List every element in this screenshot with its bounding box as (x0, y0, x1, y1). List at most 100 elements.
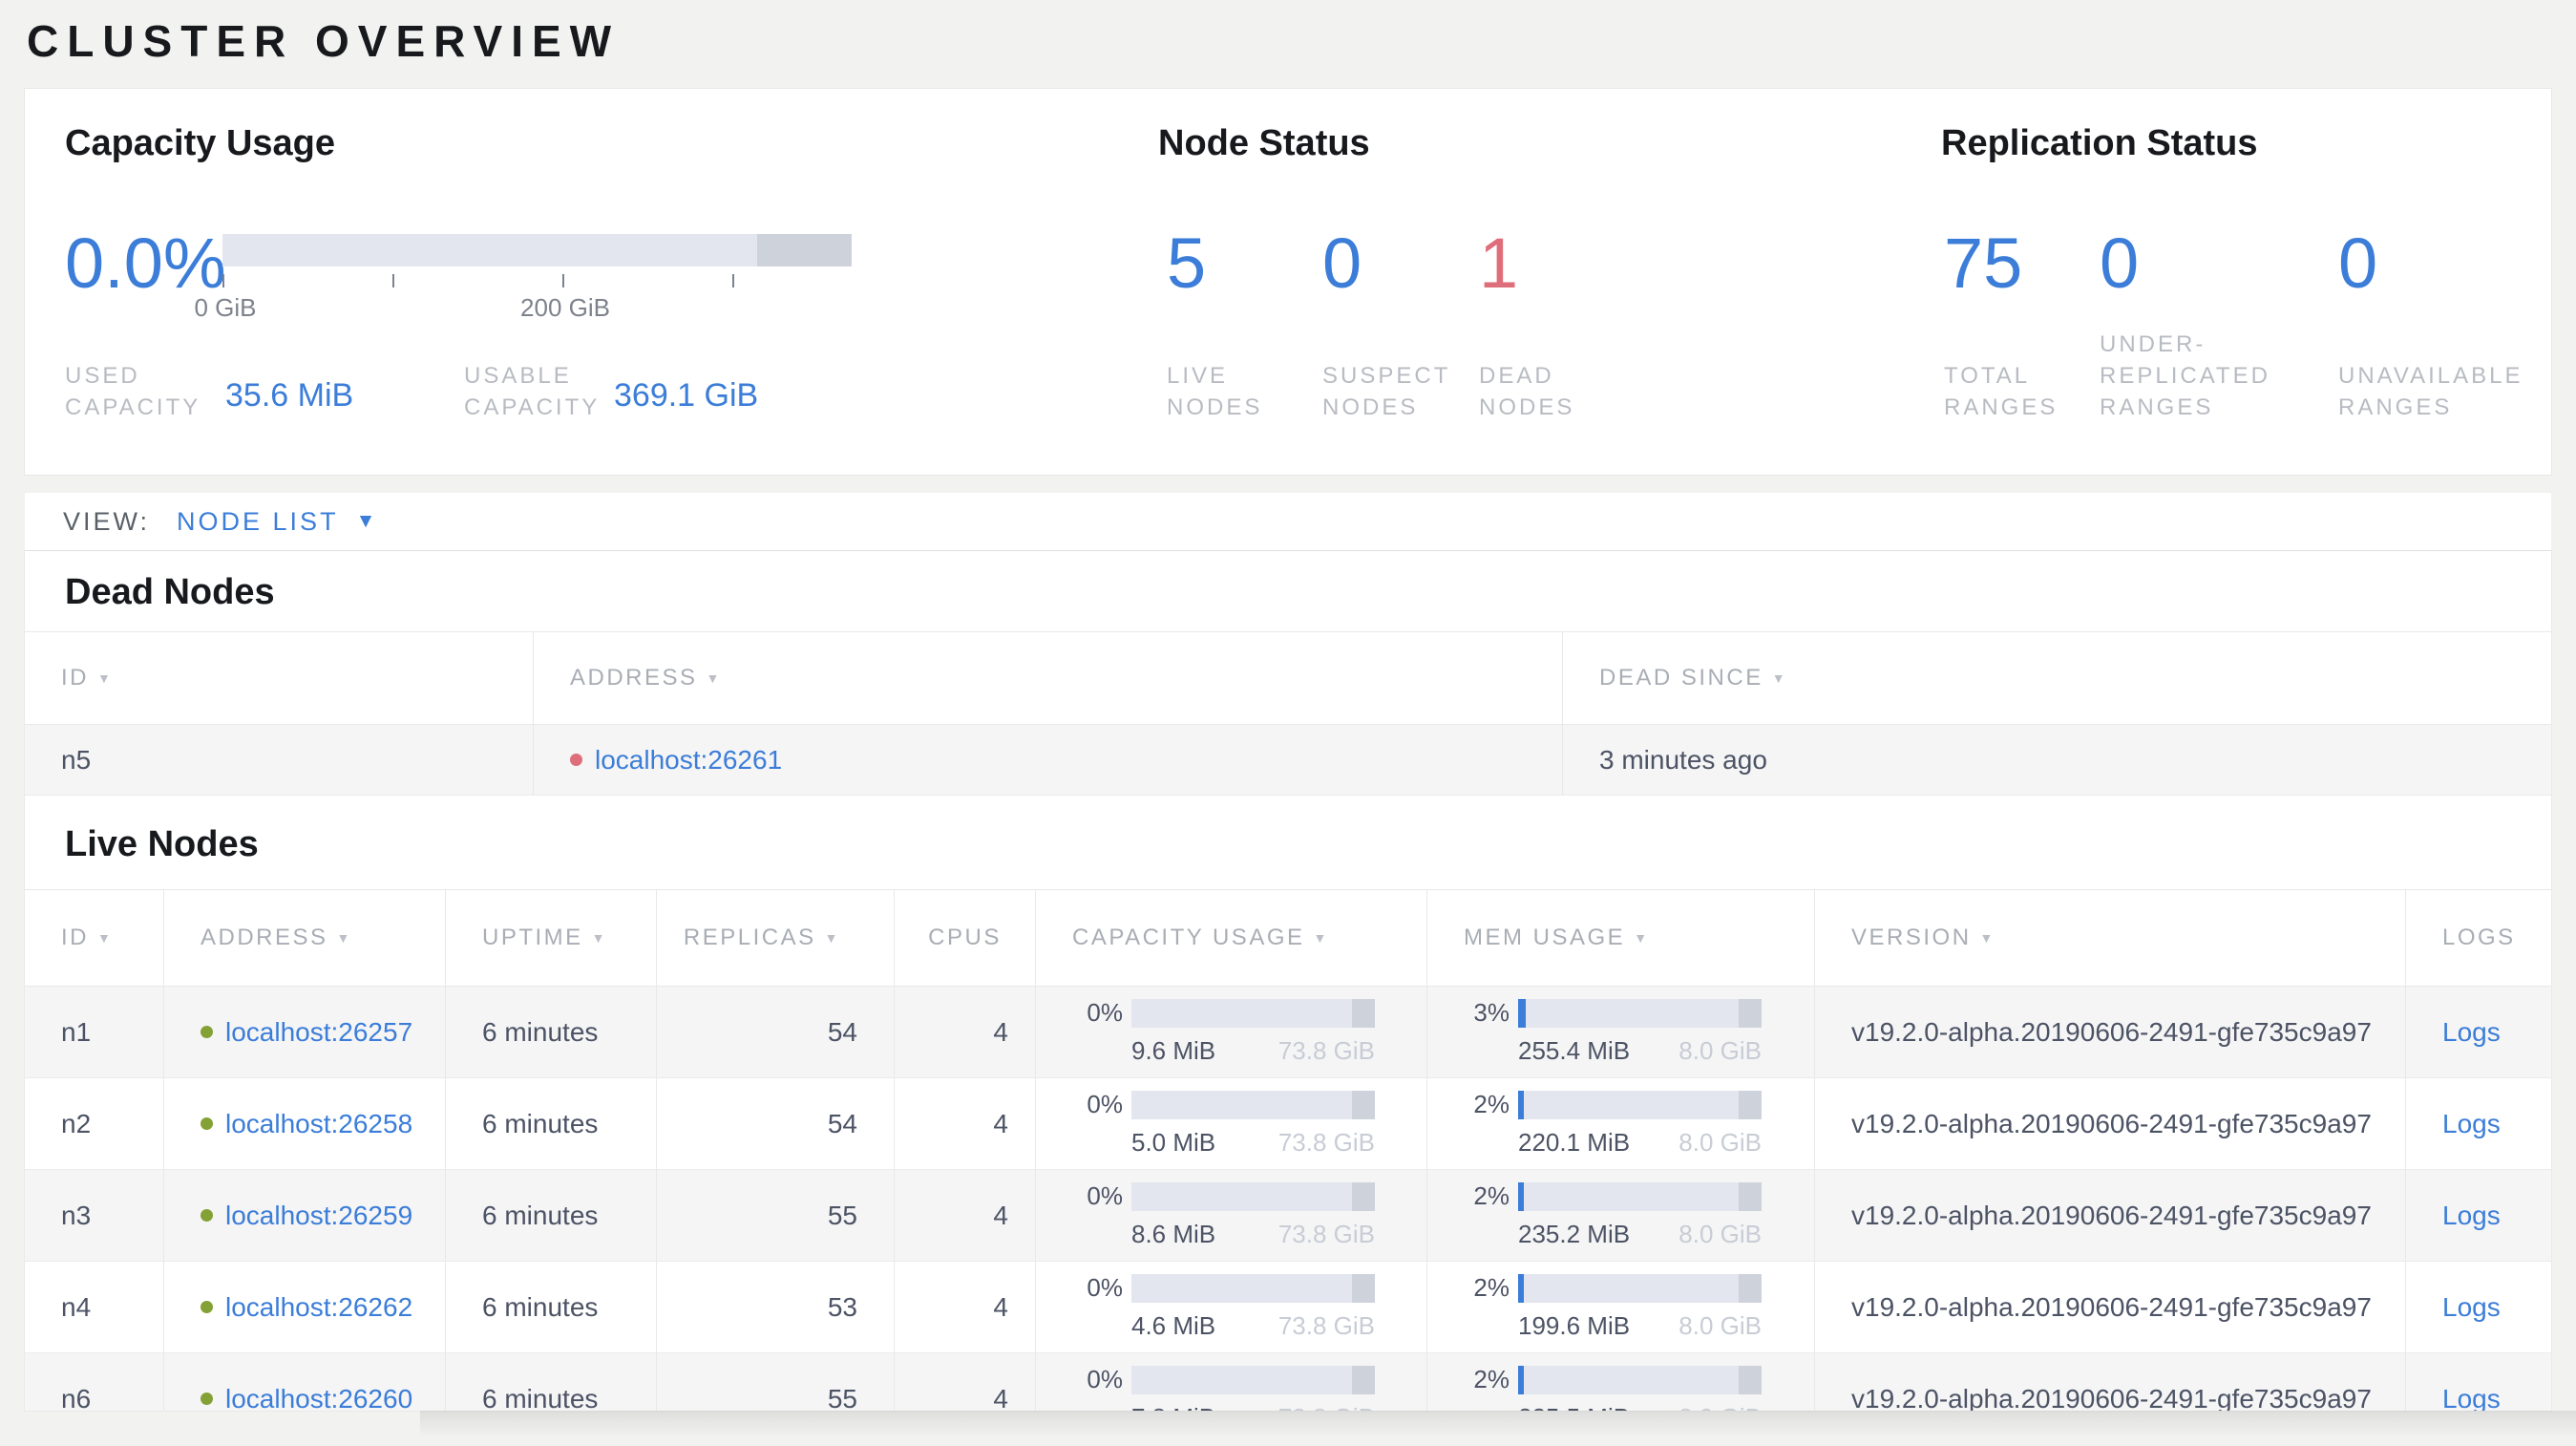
sort-icon: ▼ (824, 930, 840, 946)
col-replicas[interactable]: REPLICAS ▼ (657, 890, 895, 986)
node-address-cell: localhost:26259 (164, 1170, 446, 1261)
live-status-dot-icon (201, 1301, 213, 1313)
node-replicas: 55 (657, 1353, 895, 1411)
dead-node-address-cell: localhost:26261 (534, 725, 1563, 795)
logs-link[interactable]: Logs (2442, 1292, 2501, 1323)
capacity-bar (1131, 1365, 1375, 1394)
col-version[interactable]: VERSION ▼ (1815, 890, 2406, 986)
dead-node-id: n5 (25, 725, 534, 795)
view-selected-value[interactable]: NODE LIST (177, 507, 339, 537)
used-capacity-label: USED CAPACITY (65, 363, 201, 420)
mem-total-value: 8.0 GiB (1679, 1128, 1762, 1157)
node-replicas: 54 (657, 987, 895, 1077)
dead-nodes-table-header: ID ▼ ADDRESS ▼ DEAD SINCE ▼ (25, 631, 2551, 725)
node-address-link[interactable]: localhost:26257 (225, 1017, 412, 1048)
node-cpus: 4 (895, 1262, 1036, 1352)
suspect-nodes-label: SUSPECT NODES (1322, 363, 1450, 420)
node-version: v19.2.0-alpha.20190606-2491-gfe735c9a97 (1815, 1170, 2406, 1261)
capacity-bar-dark-segment (1351, 998, 1375, 1028)
dead-node-row: n5 localhost:26261 3 minutes ago (25, 725, 2551, 796)
suspect-nodes-count: 0 (1322, 223, 1362, 303)
chevron-down-icon[interactable]: ▼ (356, 510, 376, 533)
axis-tick (392, 274, 394, 287)
capacity-total-value: 73.8 GiB (1278, 1403, 1375, 1411)
replication-status-heading: Replication Status (1941, 123, 2258, 163)
total-ranges-count: 75 (1944, 223, 2023, 303)
node-uptime: 6 minutes (446, 1170, 657, 1261)
mem-usage-cell: 2% 225.5 MiB 8.0 GiB (1427, 1353, 1815, 1411)
node-address-link[interactable]: localhost:26262 (225, 1292, 412, 1323)
node-uptime: 6 minutes (446, 1078, 657, 1169)
mem-percent-label: 2% (1473, 1090, 1510, 1118)
logs-cell: Logs (2406, 1262, 2551, 1352)
col-capacity-usage[interactable]: CAPACITY USAGE ▼ (1036, 890, 1427, 986)
logs-link[interactable]: Logs (2442, 1017, 2501, 1048)
sort-icon: ▼ (336, 930, 352, 946)
node-replicas: 54 (657, 1078, 895, 1169)
col-address[interactable]: ADDRESS ▼ (164, 890, 446, 986)
cluster-overview-page: CLUSTER OVERVIEW Capacity Usage 0.0% 0 G… (0, 0, 2576, 1446)
live-nodes-heading: Live Nodes (65, 824, 259, 864)
mem-bar-fill (1518, 1273, 1524, 1303)
node-version: v19.2.0-alpha.20190606-2491-gfe735c9a97 (1815, 1353, 2406, 1411)
node-address-link[interactable]: localhost:26259 (225, 1201, 412, 1231)
unavailable-label: UNAVAILABLE RANGES (2338, 363, 2523, 420)
col-logs: LOGS (2442, 925, 2516, 950)
total-ranges-label: TOTAL RANGES (1944, 363, 2059, 420)
node-address-link[interactable]: localhost:26258 (225, 1109, 412, 1139)
logs-cell: Logs (2406, 1170, 2551, 1261)
mem-bar (1518, 1181, 1762, 1211)
node-address-cell: localhost:26262 (164, 1262, 446, 1352)
capacity-percent: 0.0% (65, 223, 226, 303)
col-uptime[interactable]: UPTIME ▼ (446, 890, 657, 986)
capacity-total-value: 73.8 GiB (1277, 1220, 1375, 1248)
node-address-link[interactable]: localhost:26261 (595, 745, 782, 776)
mem-total-value: 8.0 GiB (1679, 1036, 1762, 1065)
live-node-row: n2 localhost:26258 6 minutes 54 4 0% 5.0… (25, 1078, 2551, 1170)
capacity-usage-cell: 0% 5.0 MiB 73.8 GiB (1036, 1078, 1427, 1169)
col-cpus: CPUS (895, 890, 1036, 986)
dead-col-address[interactable]: ADDRESS ▼ (534, 632, 1563, 724)
capacity-total-value: 73.8 GiB (1277, 1311, 1375, 1340)
capacity-used-value: 5.0 MiB (1131, 1128, 1216, 1157)
used-capacity-value: 35.6 MiB (225, 377, 354, 414)
live-node-row: n1 localhost:26257 6 minutes 54 4 0% 9.6… (25, 987, 2551, 1078)
col-id[interactable]: ID ▼ (25, 890, 164, 986)
capacity-bar-dark-segment (1351, 1090, 1375, 1119)
mem-used-value: 199.6 MiB (1518, 1311, 1631, 1340)
node-uptime: 6 minutes (446, 1353, 657, 1411)
capacity-total-value: 73.8 GiB (1277, 1036, 1375, 1065)
usable-capacity-label: USABLE CAPACITY (464, 363, 601, 420)
logs-link[interactable]: Logs (2442, 1384, 2501, 1412)
live-status-dot-icon (201, 1393, 213, 1405)
logs-link[interactable]: Logs (2442, 1109, 2501, 1139)
mem-used-value: 225.5 MiB (1518, 1403, 1630, 1411)
col-mem-usage[interactable]: MEM USAGE ▼ (1427, 890, 1815, 986)
view-selector-dropdown[interactable]: NODE LIST ▼ (177, 507, 375, 537)
node-cpus: 4 (895, 1078, 1036, 1169)
node-cpus: 4 (895, 1170, 1036, 1261)
dead-col-dead-since[interactable]: DEAD SINCE ▼ (1563, 632, 2551, 724)
node-address-cell: localhost:26257 (164, 987, 446, 1077)
capacity-percent-label: 0% (1087, 1090, 1123, 1118)
sort-icon: ▼ (1979, 930, 1995, 946)
mem-bar-dark-segment (1738, 1273, 1762, 1303)
mem-bar-fill (1518, 998, 1526, 1028)
node-id: n4 (25, 1262, 164, 1352)
capacity-usage-cell: 0% 4.6 MiB 73.8 GiB (1036, 1262, 1427, 1352)
node-address-link[interactable]: localhost:26260 (225, 1384, 412, 1412)
mem-usage-cell: 2% 199.6 MiB 8.0 GiB (1427, 1262, 1815, 1352)
mem-percent-label: 2% (1473, 1365, 1510, 1393)
page-title: CLUSTER OVERVIEW (27, 16, 621, 66)
sort-icon: ▼ (1771, 670, 1788, 686)
view-label: VIEW: (63, 506, 151, 536)
mem-percent-label: 2% (1473, 1273, 1510, 1302)
live-status-dot-icon (201, 1209, 213, 1222)
capacity-used-value: 7.8 MiB (1131, 1403, 1215, 1411)
dead-col-id[interactable]: ID ▼ (25, 632, 534, 724)
capacity-bar-dark-segment (1351, 1273, 1375, 1303)
node-id: n3 (25, 1170, 164, 1261)
capacity-used-value: 4.6 MiB (1131, 1311, 1216, 1340)
logs-link[interactable]: Logs (2442, 1201, 2501, 1231)
mem-bar-dark-segment (1738, 998, 1762, 1028)
